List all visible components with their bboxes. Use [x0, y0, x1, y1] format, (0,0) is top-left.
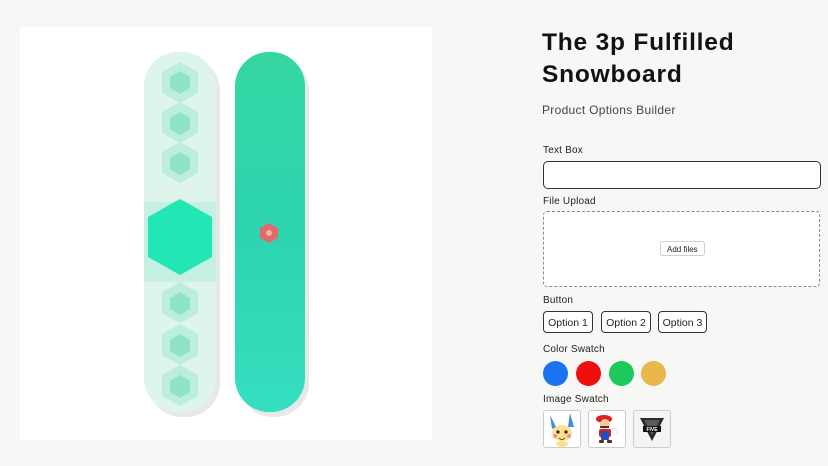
color-swatch-label: Color Swatch — [543, 344, 605, 355]
board-top-view — [144, 52, 216, 412]
text-box-input[interactable] — [543, 161, 821, 189]
product-subtitle: Product Options Builder — [542, 103, 676, 117]
text-box-label: Text Box — [543, 145, 583, 156]
image-swatch-label: Image Swatch — [543, 394, 609, 405]
file-upload-label: File Upload — [543, 196, 596, 207]
plumber-character-icon — [596, 415, 619, 443]
snowboard-illustration — [144, 52, 309, 417]
button-option-label: Button — [543, 295, 574, 306]
image-swatch-electric-mouse[interactable] — [543, 410, 581, 448]
color-swatch-red[interactable] — [576, 361, 601, 386]
color-swatch-blue[interactable] — [543, 361, 568, 386]
option-1-button[interactable]: Option 1 — [543, 311, 593, 333]
electric-mouse-character-icon — [550, 413, 574, 447]
option-2-button[interactable]: Option 2 — [601, 311, 651, 333]
color-swatch-yellow[interactable] — [641, 361, 666, 386]
board-base-view — [235, 52, 305, 412]
product-title: The 3p Fulfilled Snowboard — [542, 29, 735, 88]
image-swatch-plumber[interactable] — [588, 410, 626, 448]
add-files-button[interactable]: Add files — [660, 241, 705, 256]
product-image — [20, 27, 432, 440]
five-v-logo-icon: FIVE — [634, 411, 670, 447]
image-swatch-five-v-logo[interactable]: FIVE — [633, 410, 671, 448]
color-swatch-green[interactable] — [609, 361, 634, 386]
option-3-button[interactable]: Option 3 — [658, 311, 707, 333]
svg-text:FIVE: FIVE — [646, 427, 658, 433]
file-upload-dropzone[interactable]: Add files — [543, 211, 820, 287]
